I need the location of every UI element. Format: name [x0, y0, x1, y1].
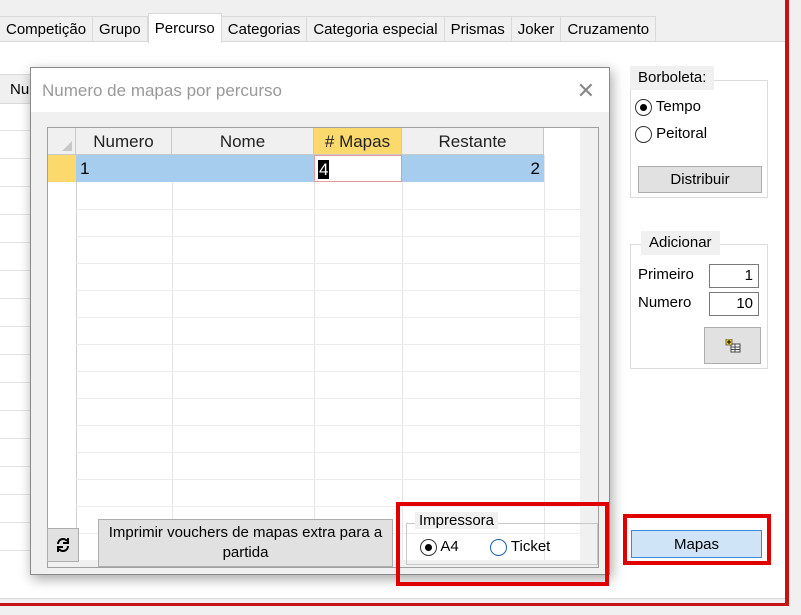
cell-numero[interactable]: 1 — [76, 155, 172, 182]
column-header-nome[interactable]: Nome — [172, 128, 314, 155]
radio-peitoral[interactable]: Peitoral — [635, 125, 707, 143]
print-vouchers-button[interactable]: Imprimir vouchers de mapas extra para a … — [98, 519, 393, 567]
tab-cruzamento[interactable]: Cruzamento — [561, 16, 657, 42]
primeiro-input[interactable]: 1 — [709, 264, 759, 288]
cell-mapas-editor[interactable]: 4 — [314, 155, 402, 182]
divider — [76, 452, 598, 453]
grid-corner — [48, 128, 76, 155]
dialog-title: Numero de mapas por percurso — [42, 81, 283, 100]
radio-tempo-indicator[interactable] — [635, 98, 652, 116]
primeiro-label: Primeiro — [638, 266, 694, 283]
divider — [76, 209, 598, 210]
column-header-numero[interactable]: Numero — [76, 128, 172, 155]
divider — [76, 479, 598, 480]
add-rows-button[interactable] — [704, 327, 761, 364]
divider — [76, 398, 598, 399]
tab-categoria-especial[interactable]: Categoria especial — [307, 16, 445, 42]
tab-grupo[interactable]: Grupo — [93, 16, 148, 42]
row-indicator[interactable] — [48, 155, 76, 182]
cell-mapas-value: 4 — [318, 160, 330, 179]
column-header-mapas[interactable]: # Mapas — [314, 128, 402, 155]
divider — [76, 317, 598, 318]
tab-prismas[interactable]: Prismas — [444, 16, 512, 42]
cell-restante[interactable]: 2 — [402, 155, 544, 182]
highlight-mapas — [623, 514, 771, 565]
distribuir-button[interactable]: Distribuir — [638, 166, 762, 193]
tab-percurso[interactable]: Percurso — [147, 13, 222, 43]
window-border-bottom — [0, 603, 789, 606]
divider — [76, 263, 598, 264]
mapas-dialog: Numero de mapas por percurso ✕ Numero No… — [30, 67, 610, 575]
refresh-icon — [57, 538, 69, 552]
adicionar-title: Adicionar — [641, 231, 720, 255]
dialog-titlebar: Numero de mapas por percurso ✕ — [31, 68, 609, 112]
tab-categorias[interactable]: Categorias — [221, 16, 308, 42]
divider — [76, 371, 598, 372]
highlight-impressora — [396, 502, 609, 586]
radio-tempo[interactable]: Tempo — [635, 98, 701, 116]
divider — [76, 290, 598, 291]
numero-label: Numero — [638, 294, 692, 311]
add-rows-icon — [725, 338, 740, 352]
radio-peitoral-indicator[interactable] — [635, 125, 652, 143]
borboleta-title: Borboleta: — [630, 66, 715, 90]
radio-peitoral-label: Peitoral — [656, 125, 708, 142]
tab-competicao[interactable]: Competição — [0, 16, 94, 42]
cell-nome[interactable] — [172, 155, 314, 182]
divider — [76, 425, 598, 426]
tab-strip: Competição Grupo Percurso Categorias Cat… — [0, 13, 657, 43]
background-grid-header-text: Nu — [10, 81, 30, 98]
radio-tempo-label: Tempo — [655, 98, 701, 115]
divider — [76, 344, 598, 345]
column-header-restante[interactable]: Restante — [402, 128, 544, 155]
refresh-button[interactable] — [47, 528, 79, 562]
tab-joker[interactable]: Joker — [511, 16, 562, 42]
close-icon[interactable]: ✕ — [577, 78, 595, 104]
window-border-right — [785, 0, 789, 603]
divider — [76, 236, 598, 237]
numero-input[interactable]: 10 — [709, 292, 759, 316]
corner-triangle-icon — [62, 141, 72, 151]
